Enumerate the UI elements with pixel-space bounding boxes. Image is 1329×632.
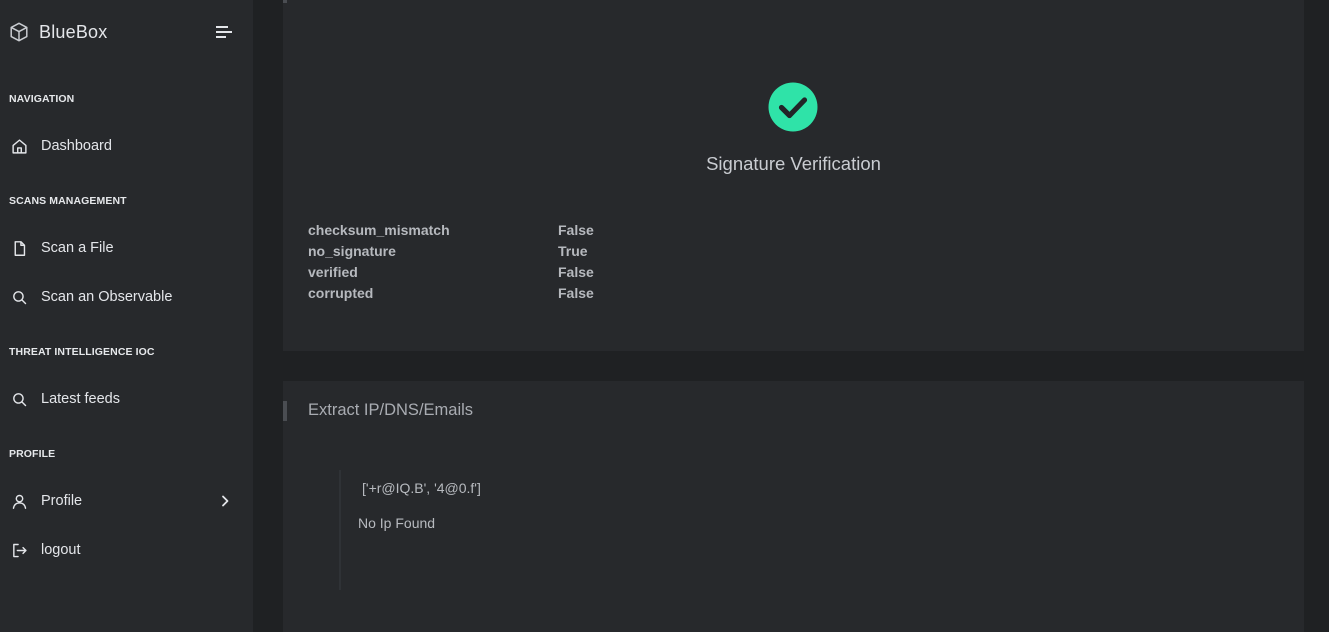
logout-icon: [10, 541, 28, 559]
brand[interactable]: BlueBox: [8, 18, 107, 46]
section-title-threat-intel: THREAT INTELLIGENCE IOC: [9, 346, 155, 358]
sidebar-item-scan-observable[interactable]: Scan an Observable: [0, 280, 253, 314]
field-key: no_signature: [308, 243, 396, 259]
field-key: verified: [308, 264, 358, 280]
signature-field-row: no_signature True: [308, 243, 708, 264]
signature-field-row: corrupted False: [308, 285, 708, 306]
cube-icon: [10, 22, 28, 42]
sidebar-item-label: logout: [41, 542, 81, 558]
section-title-profile: PROFILE: [9, 448, 56, 460]
section-title-scans: SCANS MANAGEMENT: [9, 195, 127, 207]
field-value: False: [558, 264, 594, 280]
field-key: corrupted: [308, 285, 374, 301]
field-key: checksum_mismatch: [308, 222, 450, 238]
card-accent-bar: [283, 0, 287, 3]
signature-field-row: checksum_mismatch False: [308, 222, 708, 243]
field-value: False: [558, 285, 594, 301]
card-accent-bar: [283, 401, 287, 421]
sidebar-item-scan-file[interactable]: Scan a File: [0, 231, 253, 265]
field-value: True: [558, 243, 588, 259]
section-title-navigation: NAVIGATION: [9, 93, 75, 105]
extracted-ip-result: No Ip Found: [358, 515, 436, 531]
sidebar-item-label: Profile: [41, 493, 83, 509]
sidebar-item-latest-feeds[interactable]: Latest feeds: [0, 382, 253, 416]
signature-field-row: verified False: [308, 264, 708, 285]
sidebar-item-profile[interactable]: Profile: [0, 484, 253, 518]
field-value: False: [558, 222, 594, 238]
signature-title: Signature Verification: [706, 153, 881, 174]
search-icon: [10, 288, 28, 306]
chevron-right-icon: [222, 495, 229, 507]
sidebar-item-label: Scan an Observable: [41, 289, 173, 305]
sidebar-item-label: Scan a File: [41, 240, 114, 256]
sidebar-item-dashboard[interactable]: Dashboard: [0, 129, 253, 163]
brand-name: BlueBox: [39, 21, 108, 42]
content-gutter: [253, 0, 283, 632]
check-circle-icon: [768, 82, 818, 132]
file-icon: [10, 239, 28, 257]
menu-toggle-icon: [216, 26, 232, 38]
sidebar-item-label: Dashboard: [41, 138, 112, 154]
user-icon: [10, 492, 28, 510]
sidebar: BlueBox NAVIGATION Dashboard SCANS MANAG…: [0, 0, 253, 632]
signature-card: Signature Verification checksum_mismatch…: [283, 0, 1304, 351]
extract-title: Extract IP/DNS/Emails: [308, 401, 474, 419]
sidebar-item-label: Latest feeds: [41, 391, 120, 407]
sidebar-item-logout[interactable]: logout: [0, 533, 253, 567]
extract-card: Extract IP/DNS/Emails ['+r@IQ.B', '4@0.f…: [283, 381, 1304, 632]
extracted-emails: ['+r@IQ.B', '4@0.f']: [362, 480, 481, 496]
search-icon: [10, 390, 28, 408]
menu-toggle-button[interactable]: [214, 23, 234, 41]
home-icon: [10, 137, 28, 155]
